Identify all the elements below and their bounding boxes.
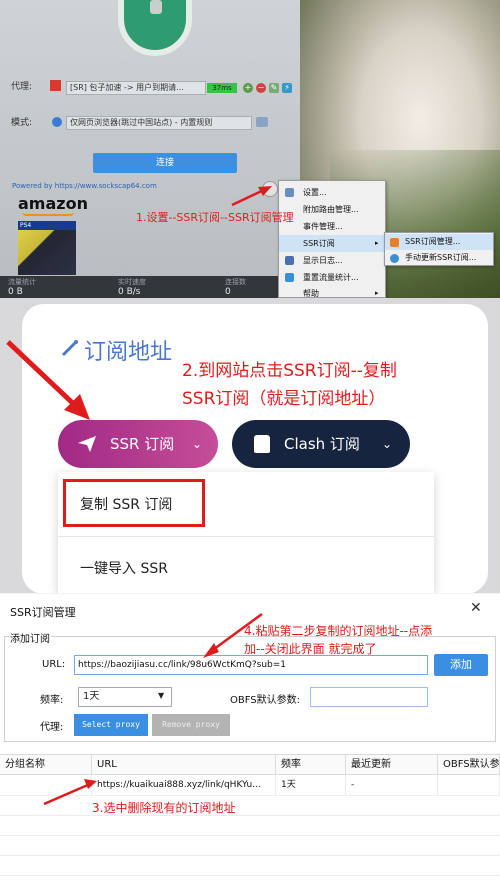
annotation-arrow-2 bbox=[6, 340, 90, 420]
ssr-manager-dialog: SSR订阅管理 ✕ 添加订阅 URL: https://baozijiasu.c… bbox=[0, 594, 500, 889]
annotation-arrow-1 bbox=[231, 186, 272, 207]
annotation-arrows-3-4 bbox=[43, 612, 263, 806]
website-subscription-panel: 订阅地址 2.到网站点击SSR订阅--复制 SSR订阅（就是订阅地址） SSR … bbox=[0, 298, 500, 594]
sockscap-window-photo: 代理: [SR] 包子加速 -> 用户到期请... 37ms + − ✎ ⚡ 模… bbox=[0, 0, 500, 298]
